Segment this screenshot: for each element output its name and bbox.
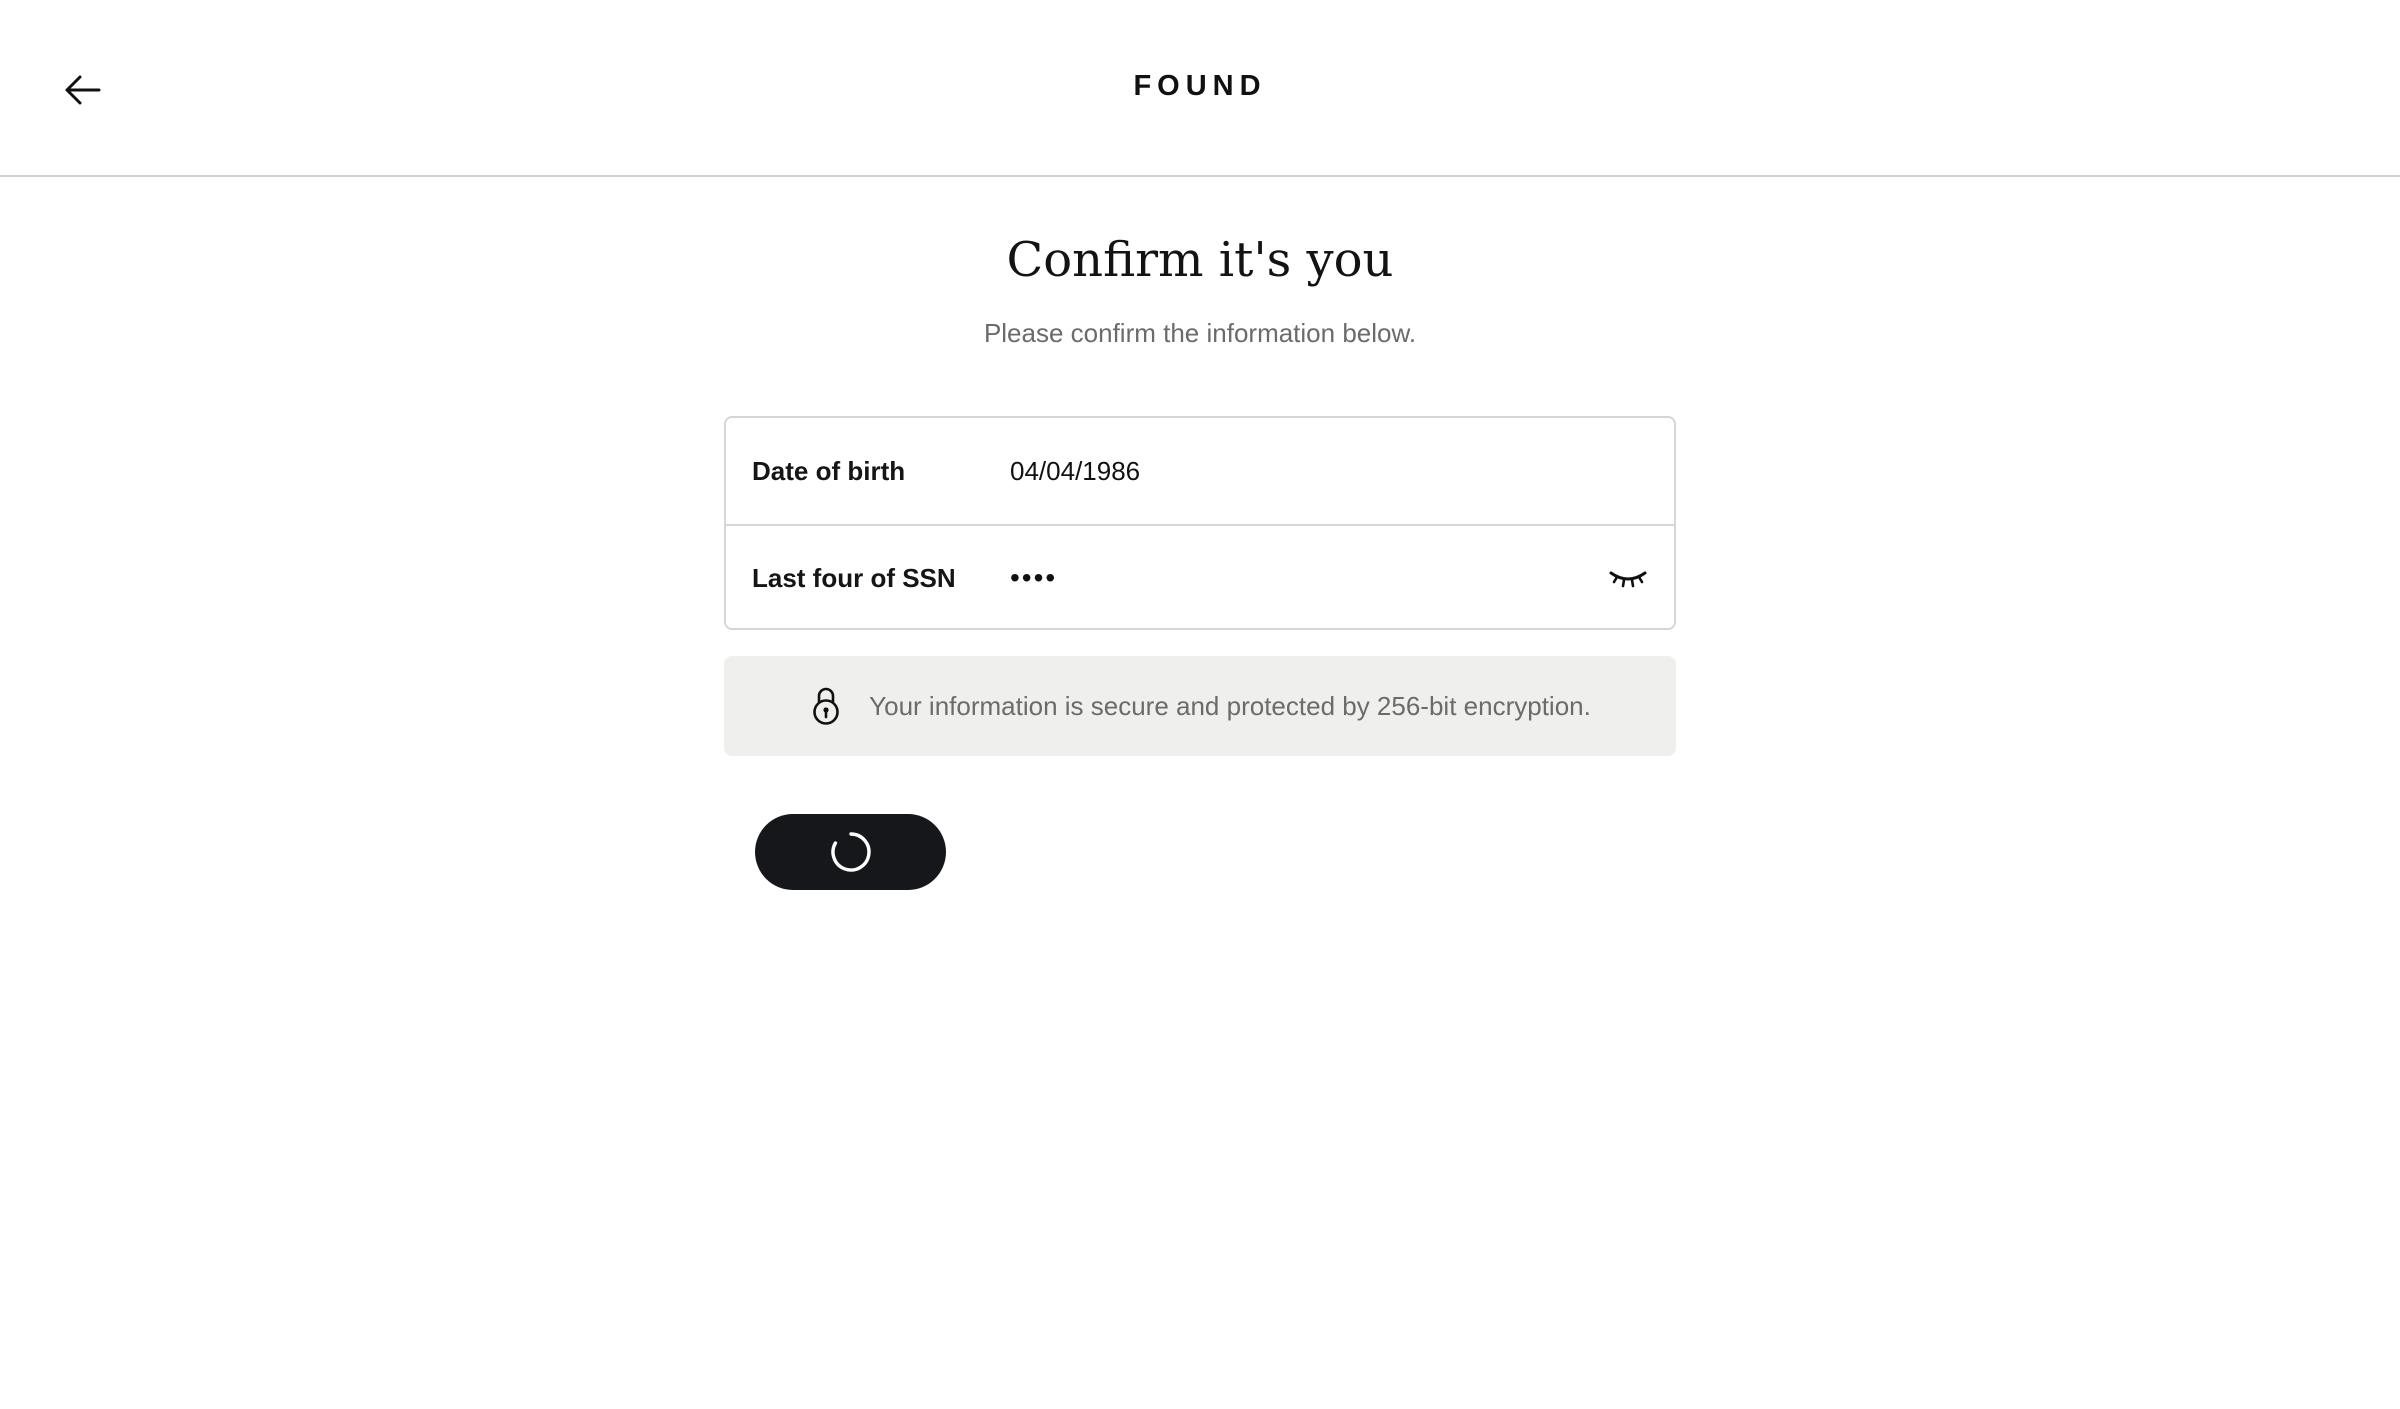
page-title: Confirm it's you [1006,232,1394,288]
dob-label: Date of birth [752,455,906,486]
security-notice-text: Your information is secure and protected… [869,690,1591,721]
security-notice: Your information is secure and protected… [724,656,1676,756]
app-header: FOUND [0,0,2400,177]
ssn-row: Last four of SSN [726,524,1674,628]
toggle-ssn-visibility-button[interactable] [1604,554,1652,602]
dob-row: Date of birth [726,418,1674,524]
brand-logo[interactable]: FOUND [0,70,2400,103]
lock-icon [809,685,843,727]
spinner-icon [830,832,871,872]
page-subtitle: Please confirm the information below. [983,318,1417,348]
dob-input[interactable] [1010,446,1530,496]
submit-button[interactable] [755,814,946,890]
identity-form: Date of birth Last four of SSN [724,416,1676,630]
eye-closed-icon [1609,571,1647,588]
ssn-label: Last four of SSN [752,562,956,593]
ssn-input[interactable] [1010,553,1530,603]
